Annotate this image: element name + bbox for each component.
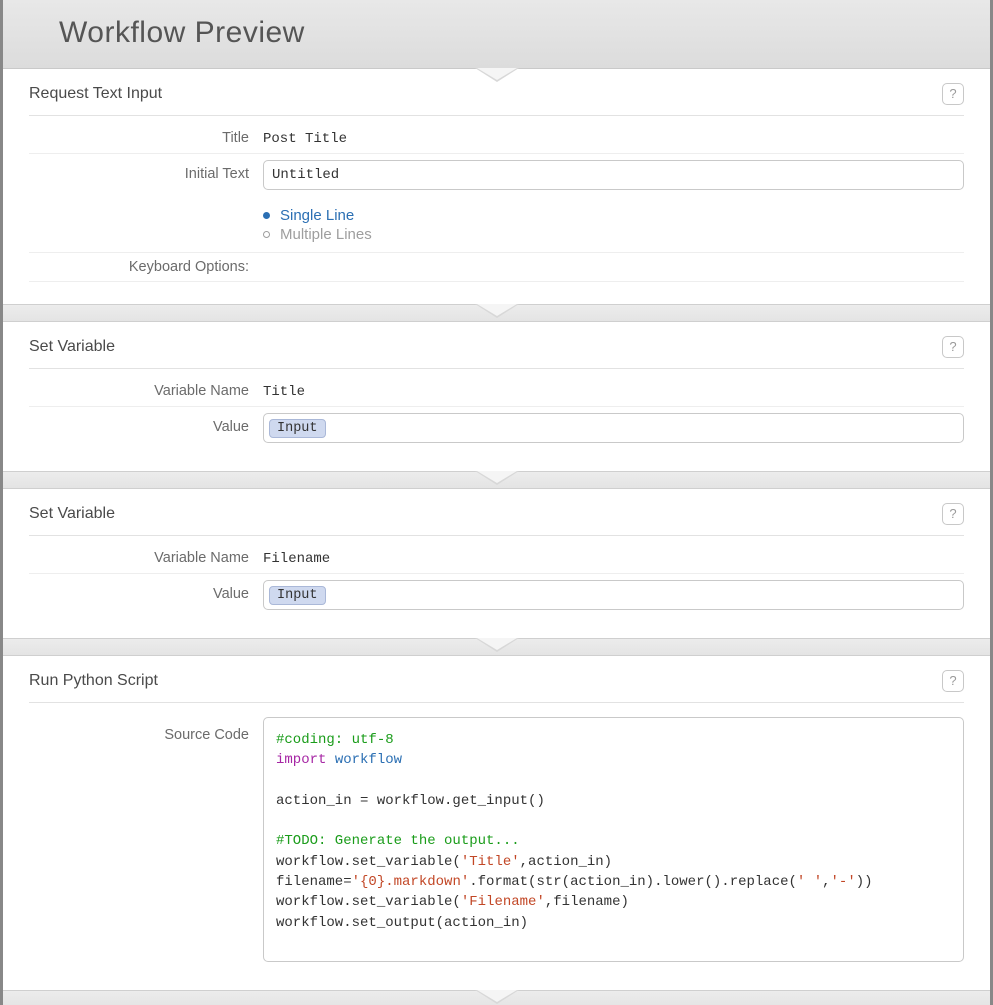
label-source-code: Source Code: [29, 717, 263, 743]
block-request-text-input: Request Text Input ? Title Post Title In…: [3, 69, 990, 304]
block-set-variable-title: Set Variable ? Variable Name Title Value…: [3, 322, 990, 471]
block-run-python-script: Run Python Script ? Source Code #coding:…: [3, 656, 990, 990]
label-variable-name: Variable Name: [29, 383, 263, 399]
value-title[interactable]: Post Title: [263, 131, 964, 147]
help-button[interactable]: ?: [942, 670, 964, 692]
label-variable-name: Variable Name: [29, 550, 263, 566]
chevron-down-icon: [475, 990, 519, 1004]
block-title: Set Variable: [29, 338, 115, 356]
value-token-input[interactable]: Input: [263, 580, 964, 610]
header-bar: Workflow Preview: [3, 0, 990, 69]
block-title: Request Text Input: [29, 85, 162, 103]
option-label: Single Line: [280, 207, 354, 224]
chevron-down-icon: [475, 304, 519, 318]
input-token[interactable]: Input: [269, 419, 326, 438]
option-single-line[interactable]: Single Line: [263, 206, 964, 225]
block-title: Run Python Script: [29, 672, 158, 690]
input-token[interactable]: Input: [269, 586, 326, 605]
bullet-filled-icon: [263, 212, 270, 219]
block-set-variable-filename: Set Variable ? Variable Name Filename Va…: [3, 489, 990, 638]
label-initial-text: Initial Text: [29, 166, 263, 182]
initial-text-input[interactable]: [263, 160, 964, 190]
block-title: Set Variable: [29, 505, 115, 523]
chevron-down-icon: [475, 638, 519, 652]
source-code-editor[interactable]: #coding: utf-8 import workflow action_in…: [263, 717, 964, 962]
help-button[interactable]: ?: [942, 83, 964, 105]
help-button[interactable]: ?: [942, 336, 964, 358]
bullet-open-icon: [263, 231, 270, 238]
chevron-down-icon: [475, 471, 519, 485]
option-label: Multiple Lines: [280, 226, 372, 243]
page-title: Workflow Preview: [59, 16, 970, 50]
chevron-down-icon: [475, 68, 519, 82]
value-variable-name[interactable]: Title: [263, 384, 964, 400]
label-value: Value: [29, 419, 263, 435]
label-keyboard-options: Keyboard Options:: [29, 259, 263, 275]
value-variable-name[interactable]: Filename: [263, 551, 964, 567]
label-value: Value: [29, 586, 263, 602]
help-button[interactable]: ?: [942, 503, 964, 525]
label-title: Title: [29, 130, 263, 146]
value-token-input[interactable]: Input: [263, 413, 964, 443]
option-multiple-lines[interactable]: Multiple Lines: [263, 225, 964, 244]
